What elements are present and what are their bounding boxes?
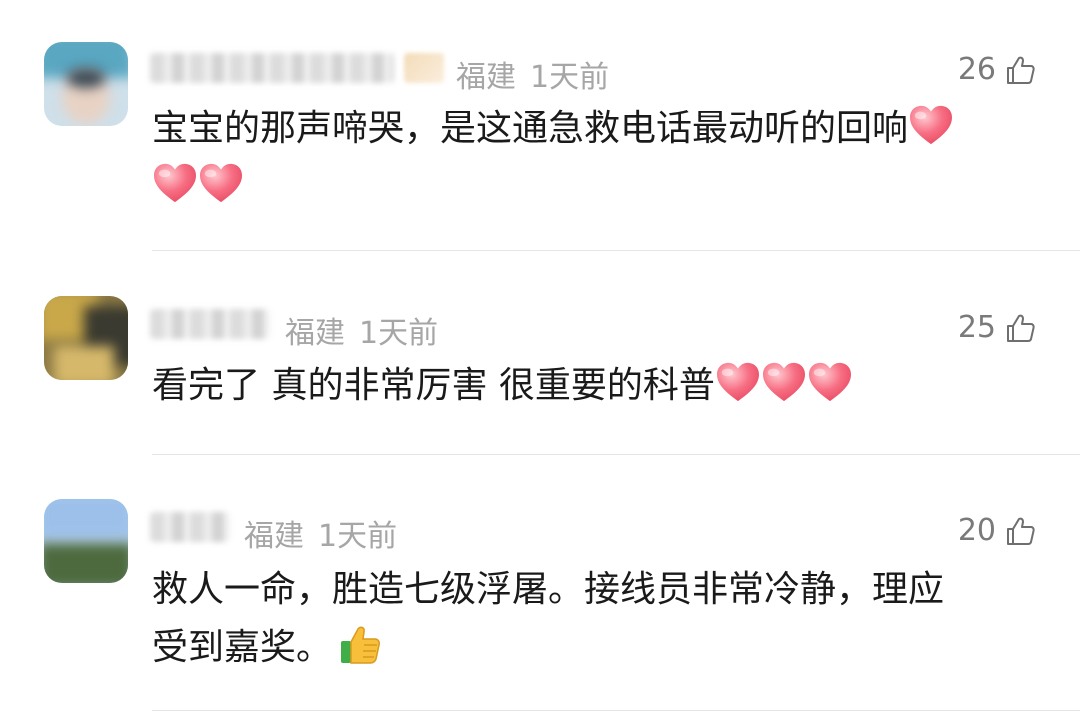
timestamp: 1天前 [530,60,610,95]
comment-item: 福建 1天前 20 救人一命，胜造七级浮屠。接线员非常冷静，理应 受到嘉奖。 [0,455,1080,716]
heart-emoji [761,361,807,403]
comment-meta: 福建 1天前 [456,52,609,96]
like-button[interactable]: 25 [958,310,1036,345]
like-count: 20 [957,513,996,548]
like-count: 26 [957,52,996,87]
avatar[interactable] [44,499,128,583]
divider [152,250,1080,251]
like-button[interactable]: 26 [958,52,1036,87]
location: 福建 [244,519,304,554]
username-blurred[interactable] [150,309,270,339]
timestamp: 1天前 [318,519,398,554]
comment-meta: 福建 1天前 [244,511,397,555]
timestamp: 1天前 [359,316,439,351]
comment-text: 宝宝的那声啼哭，是这通急救电话最动听的回响 [152,100,1042,216]
comment-text: 看完了 真的非常厉害 很重要的科普 [152,357,1042,415]
thumbs-up-emoji [341,626,381,664]
location: 福建 [456,60,516,95]
like-button[interactable]: 20 [958,513,1036,548]
heart-emoji [715,361,761,403]
heart-emoji [198,162,244,204]
comment-item: 福建 1天前 26 宝宝的那声啼哭，是这通急救电话最动听的回响 [0,0,1080,252]
heart-emoji [807,361,853,403]
comment-text: 救人一命，胜造七级浮屠。接线员非常冷静，理应 受到嘉奖。 [152,569,945,668]
heart-emoji [908,104,954,146]
divider [152,710,1080,711]
location: 福建 [285,316,345,351]
thumb-up-icon [1004,312,1036,344]
username-blurred[interactable] [150,512,230,542]
avatar[interactable] [44,296,128,380]
user-badge [404,53,444,83]
username-blurred[interactable] [150,53,394,83]
thumb-up-icon [1004,54,1036,86]
heart-emoji [152,162,198,204]
avatar[interactable] [44,42,128,126]
comment-item: 福建 1天前 25 看完了 真的非常厉害 很重要的科普 [0,252,1080,455]
comment-meta: 福建 1天前 [285,308,438,352]
thumb-up-icon [1004,515,1036,547]
like-count: 25 [957,310,996,345]
